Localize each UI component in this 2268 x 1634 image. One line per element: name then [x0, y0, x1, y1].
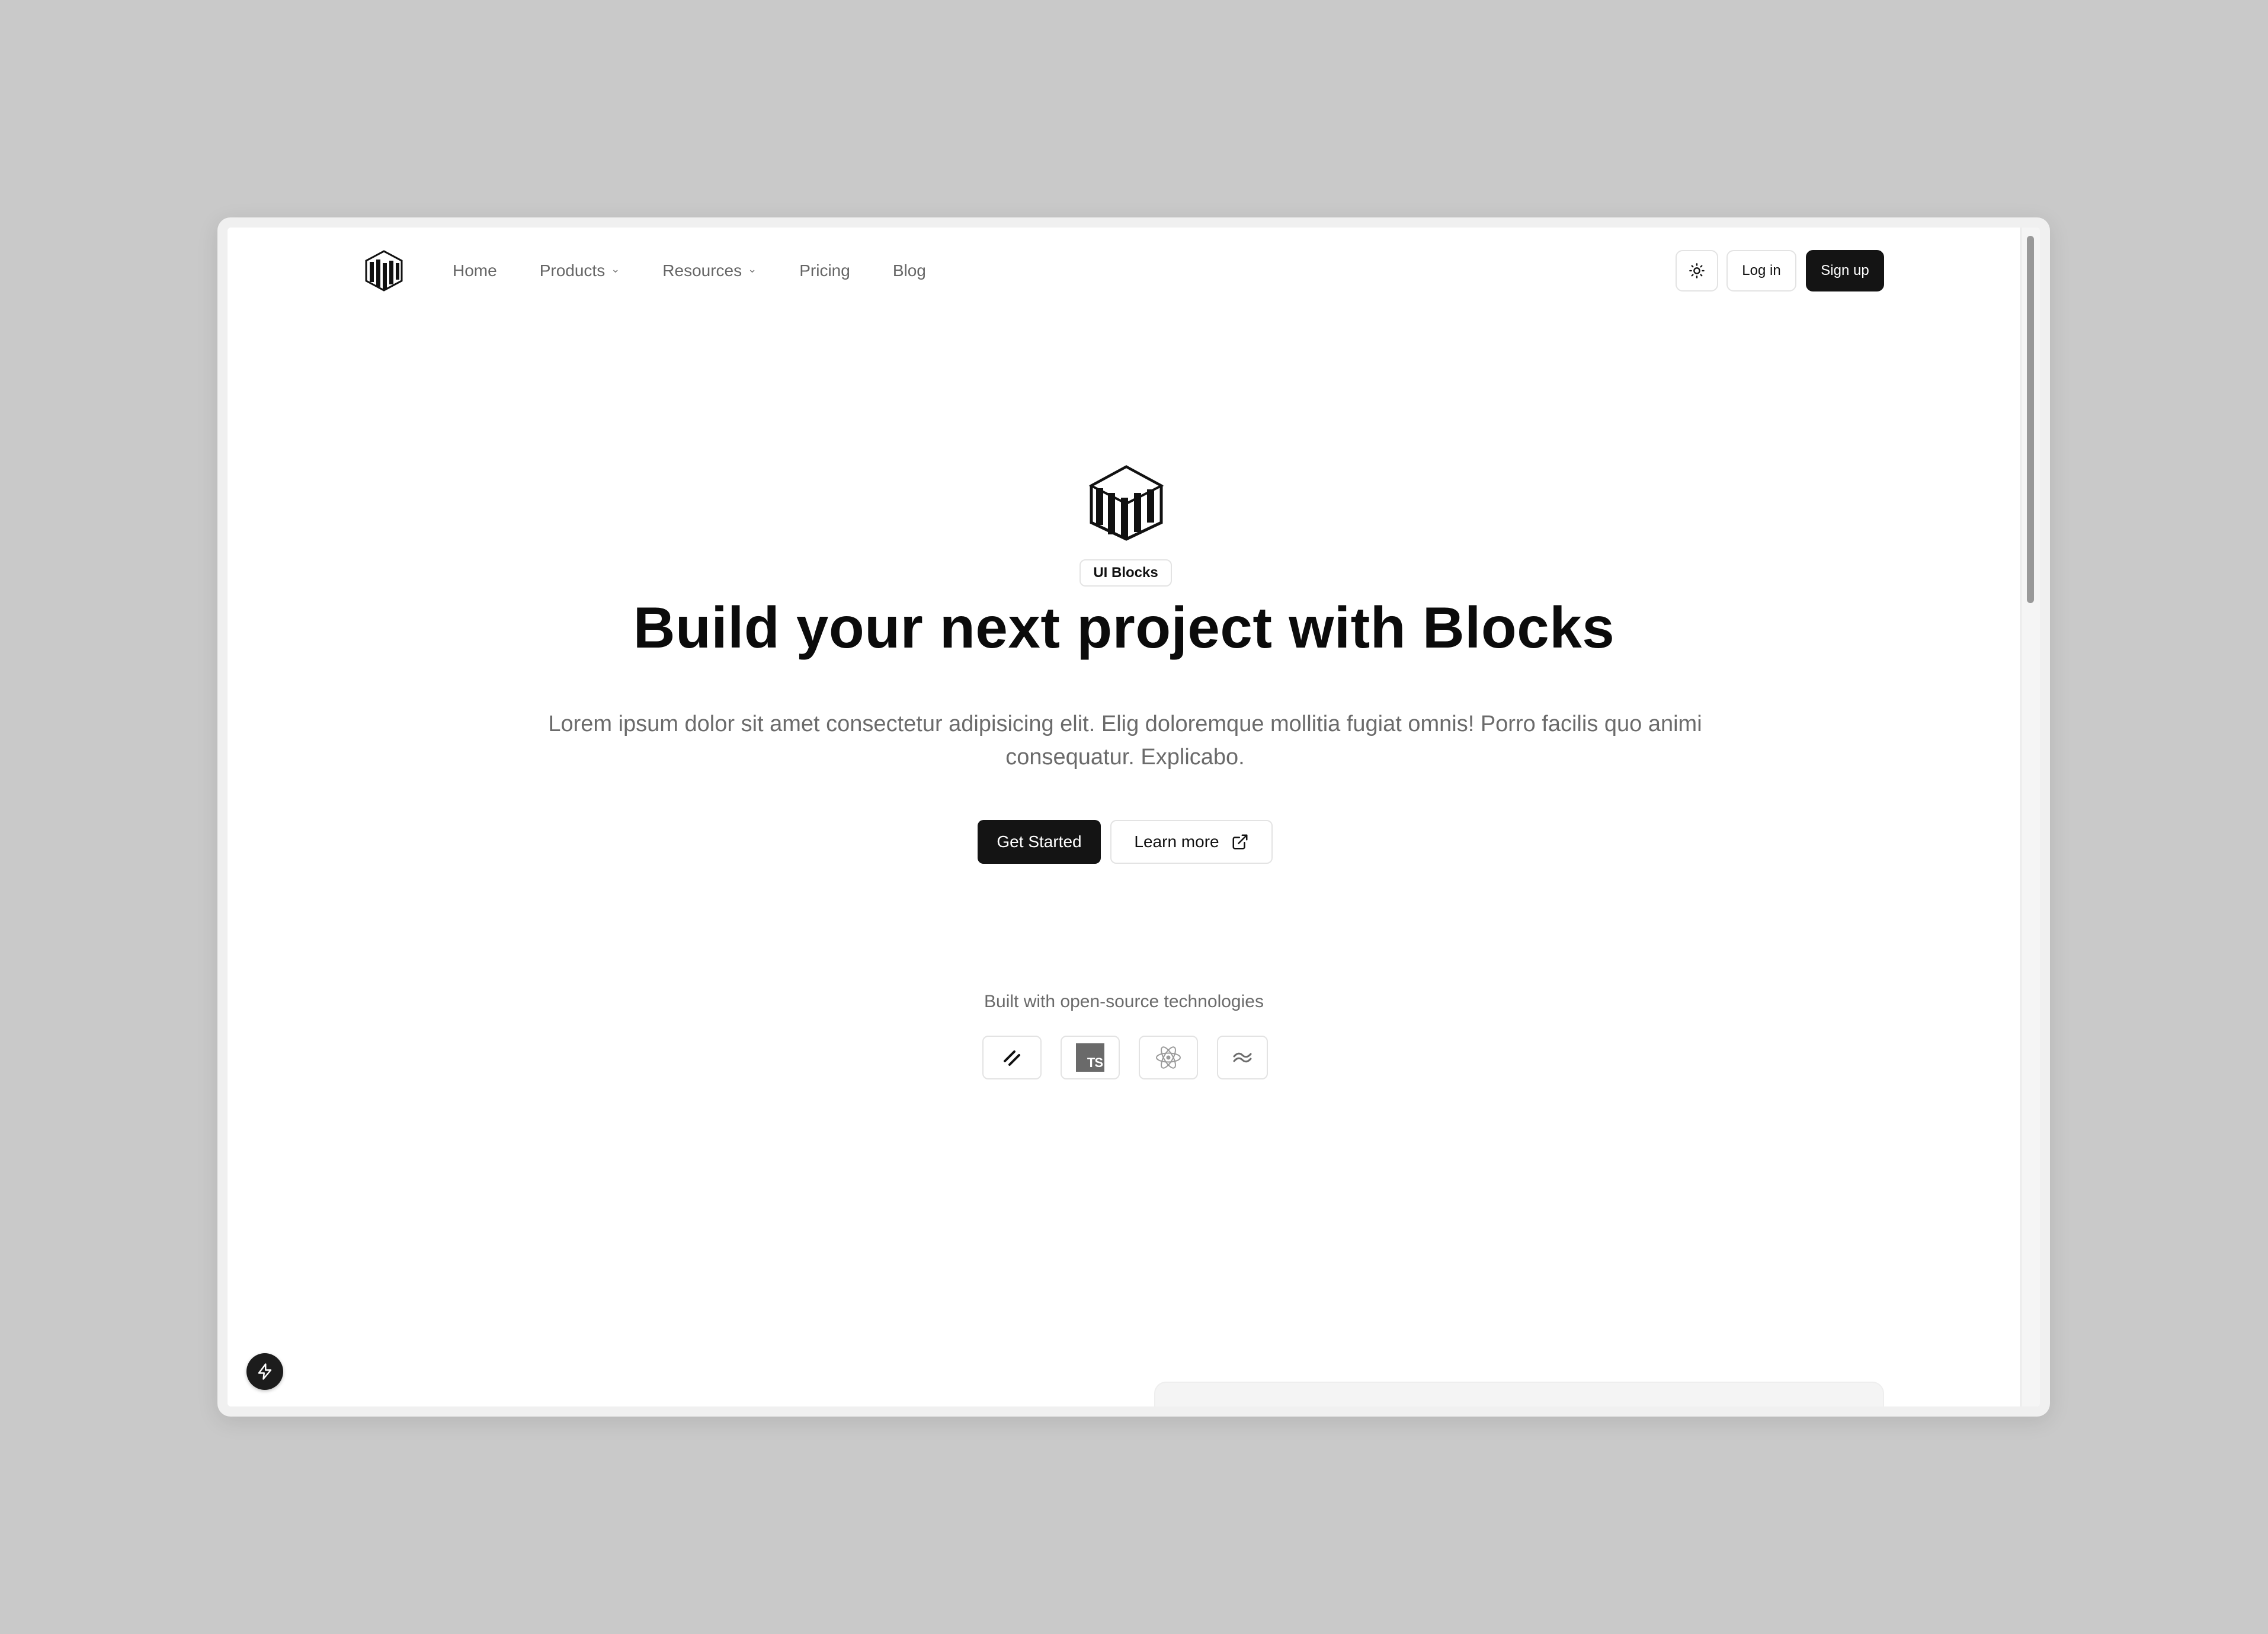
- page-window: Home Products ⌄ Resources ⌄ Pricing Blog: [228, 228, 2040, 1406]
- react-icon: [1156, 1046, 1181, 1069]
- tech-caption: Built with open-source technologies: [984, 992, 1264, 1011]
- shadcn-tile[interactable]: [982, 1036, 1042, 1079]
- sun-icon: [1689, 263, 1705, 278]
- hero-subtitle: Lorem ipsum dolor sit amet consectetur a…: [548, 712, 1702, 770]
- hero-title: Build your next project with Blocks: [633, 595, 1615, 660]
- nav-links: Home Products ⌄ Resources ⌄ Pricing Blog: [453, 228, 969, 313]
- typescript-tile[interactable]: TS: [1061, 1036, 1120, 1079]
- learn-more-button[interactable]: Learn more: [1110, 820, 1273, 864]
- scrollbar-thumb[interactable]: [2027, 236, 2034, 603]
- cta-row: Get Started Learn more: [978, 820, 1273, 864]
- nav-pricing[interactable]: Pricing: [799, 261, 850, 280]
- browser-frame: Home Products ⌄ Resources ⌄ Pricing Blog: [217, 217, 2050, 1417]
- ui-blocks-badge: UI Blocks: [1079, 559, 1172, 587]
- external-link-icon: [1232, 834, 1248, 850]
- preview-card: [1154, 1382, 1884, 1406]
- tailwind-icon: [1233, 1052, 1252, 1063]
- quick-action-button[interactable]: [246, 1353, 283, 1390]
- typescript-icon: TS: [1076, 1043, 1104, 1072]
- learn-more-label: Learn more: [1134, 832, 1219, 851]
- nav-blog[interactable]: Blog: [893, 261, 926, 280]
- tailwind-tile[interactable]: [1217, 1036, 1268, 1079]
- nav-products[interactable]: Products ⌄: [540, 261, 620, 280]
- chevron-down-icon: ⌄: [611, 263, 620, 275]
- nav-resources[interactable]: Resources ⌄: [662, 261, 757, 280]
- react-tile[interactable]: [1139, 1036, 1198, 1079]
- nav-home-label: Home: [453, 261, 497, 280]
- typescript-label: TS: [1087, 1055, 1103, 1070]
- scrollbar-track[interactable]: [2020, 228, 2040, 1406]
- lightning-icon: [258, 1363, 272, 1380]
- nav-pricing-label: Pricing: [799, 261, 850, 280]
- get-started-button[interactable]: Get Started: [978, 820, 1101, 864]
- brand-logo-icon[interactable]: [365, 250, 403, 291]
- shadcn-icon: [1004, 1050, 1020, 1066]
- nav-blog-label: Blog: [892, 261, 926, 280]
- nav-products-label: Products: [539, 261, 606, 280]
- chevron-down-icon: ⌄: [748, 263, 757, 275]
- hero-logo-icon: [1088, 465, 1164, 541]
- nav-resources-label: Resources: [662, 261, 742, 280]
- nav-home[interactable]: Home: [453, 261, 497, 280]
- tech-logos: TS: [982, 1036, 1268, 1079]
- top-navbar: Home Products ⌄ Resources ⌄ Pricing Blog: [228, 228, 2020, 313]
- login-button[interactable]: Log in: [1726, 250, 1796, 291]
- signup-button[interactable]: Sign up: [1806, 250, 1884, 291]
- theme-toggle-button[interactable]: [1676, 250, 1718, 291]
